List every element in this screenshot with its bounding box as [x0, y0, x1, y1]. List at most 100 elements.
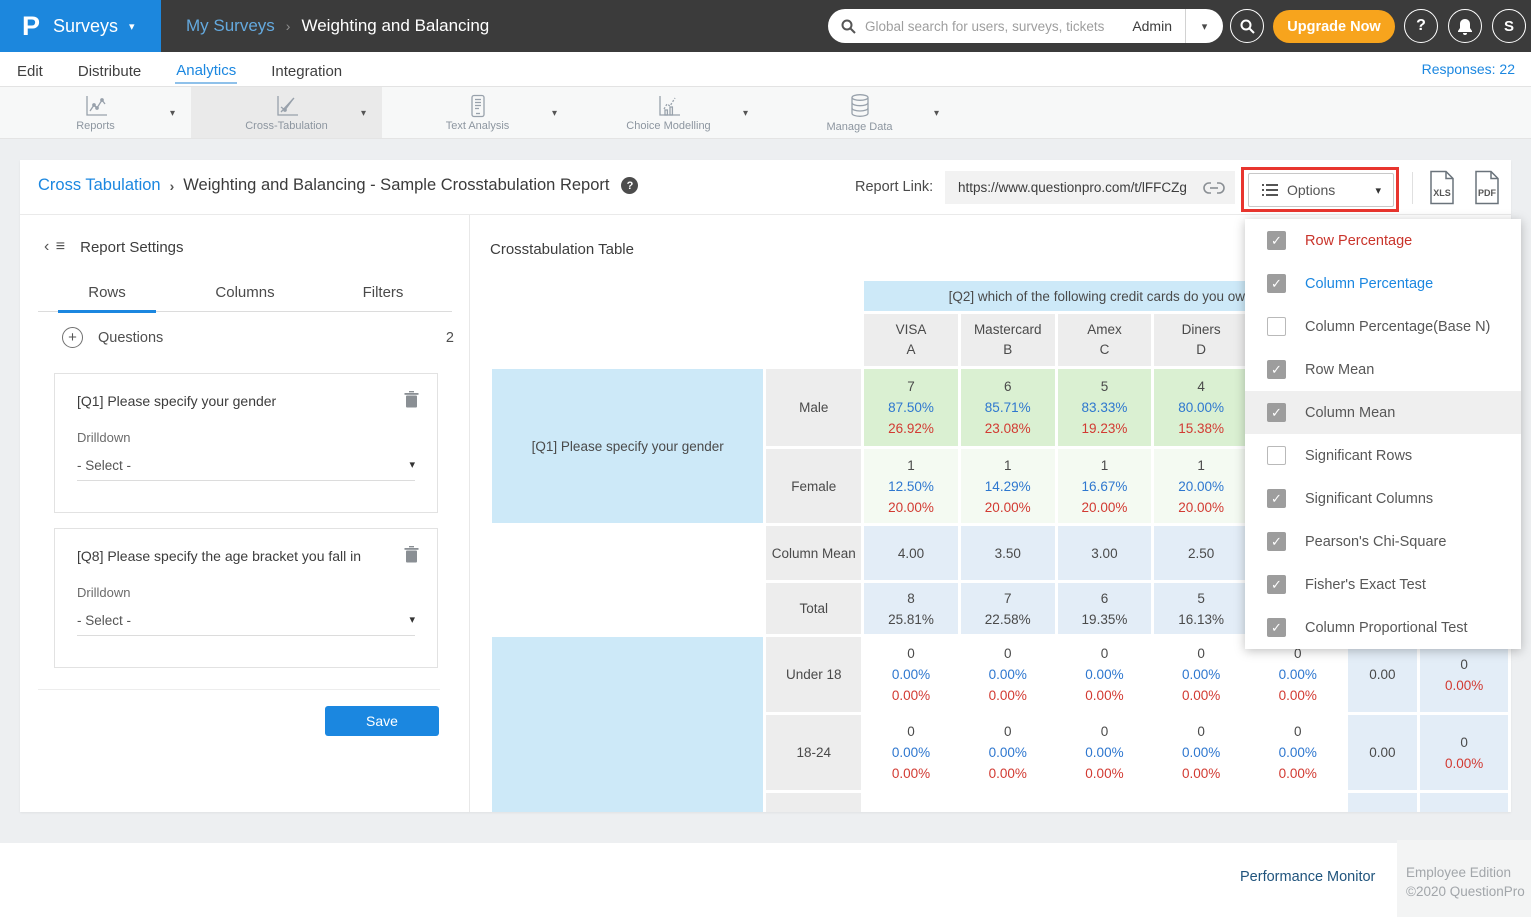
- menu-item-significant-rows[interactable]: Significant Rows: [1245, 434, 1521, 477]
- row-label: Female: [766, 449, 861, 523]
- performance-monitor-link[interactable]: Performance Monitor: [1240, 869, 1375, 885]
- save-button[interactable]: Save: [325, 706, 439, 736]
- options-dropdown-menu: ✓Row Percentage✓Column PercentageColumn …: [1245, 219, 1521, 649]
- crosstab-cell: 00.00%0.00%: [1154, 715, 1248, 790]
- toolbar-item-reports[interactable]: Reports▾: [0, 87, 191, 138]
- report-title: Weighting and Balancing - Sample Crossta…: [183, 176, 609, 195]
- column-header: VISAA: [864, 314, 958, 366]
- settings-tabs: RowsColumnsFilters: [38, 278, 452, 312]
- search-button[interactable]: [1230, 9, 1264, 43]
- link-icon[interactable]: [1203, 182, 1225, 194]
- row-question-label: [492, 637, 763, 812]
- checked-checkbox[interactable]: ✓: [1267, 489, 1286, 508]
- breadcrumb-my-surveys[interactable]: My Surveys: [186, 16, 275, 36]
- menu-item-row-percentage[interactable]: ✓Row Percentage: [1245, 219, 1521, 262]
- crosstab-cell: 00.00%0.00%: [961, 715, 1055, 790]
- toolbar-item-text-analysis[interactable]: Text Analysis ▾: [382, 87, 573, 138]
- column-mean-cell: 4.00: [864, 526, 958, 580]
- collapse-panel-icon[interactable]: ‹ ≡: [44, 238, 66, 256]
- bell-icon: [1457, 18, 1473, 35]
- options-button[interactable]: Options ▾: [1248, 173, 1394, 207]
- menu-item-pearson-s-chi-square[interactable]: ✓Pearson's Chi-Square: [1245, 520, 1521, 563]
- report-settings-panel: ‹ ≡ Report Settings RowsColumnsFilters +…: [20, 215, 470, 812]
- checked-checkbox[interactable]: ✓: [1267, 274, 1286, 293]
- checked-checkbox[interactable]: ✓: [1267, 618, 1286, 637]
- row-label: Under 18: [766, 637, 861, 712]
- toolbar-item-choice-modelling[interactable]: Choice Modelling ▾: [573, 87, 764, 138]
- chevron-down-icon[interactable]: ▾: [361, 108, 366, 119]
- checked-checkbox[interactable]: ✓: [1267, 575, 1286, 594]
- report-link-input[interactable]: [945, 180, 1203, 195]
- crosstab-title: Crosstabulation Table: [490, 241, 634, 258]
- question-card: [Q8] Please specify the age bracket you …: [54, 528, 438, 668]
- cross-tabulation-link[interactable]: Cross Tabulation: [38, 176, 161, 195]
- analytics-toolbar: Reports▾Cross-Tabulation▾Text Analysis▾C…: [0, 87, 1531, 139]
- delete-icon[interactable]: [404, 546, 419, 563]
- column-mean-cell: 3.00: [1058, 526, 1152, 580]
- questionpro-logo-icon: P: [22, 11, 40, 42]
- help-icon[interactable]: ?: [621, 177, 638, 194]
- chevron-down-icon[interactable]: ▾: [170, 108, 175, 119]
- settings-tab-rows[interactable]: Rows: [38, 278, 176, 311]
- add-question-button[interactable]: +: [62, 327, 83, 348]
- settings-tab-filters[interactable]: Filters: [314, 278, 452, 311]
- checked-checkbox[interactable]: ✓: [1267, 231, 1286, 250]
- export-xls-button[interactable]: XLS: [1428, 170, 1456, 205]
- export-pdf-button[interactable]: PDF: [1473, 170, 1501, 205]
- svg-text:PDF: PDF: [1478, 188, 1497, 198]
- chevron-down-icon[interactable]: ▾: [934, 108, 939, 119]
- chevron-down-icon[interactable]: ▾: [1186, 20, 1223, 33]
- menu-item-significant-columns[interactable]: ✓Significant Columns: [1245, 477, 1521, 520]
- toolbar-item-label: Choice Modelling: [626, 120, 710, 132]
- chevron-down-icon[interactable]: ▾: [552, 108, 557, 119]
- tab-integration[interactable]: Integration: [270, 56, 343, 83]
- search-scope-label[interactable]: Admin: [1128, 18, 1185, 34]
- menu-item-column-mean[interactable]: ✓Column Mean: [1245, 391, 1521, 434]
- toolbar-item-cross-tabulation[interactable]: Cross-Tabulation▾: [191, 87, 382, 138]
- tab-distribute[interactable]: Distribute: [77, 56, 142, 83]
- drilldown-label: Drilldown: [77, 585, 437, 600]
- tab-edit[interactable]: Edit: [16, 56, 44, 83]
- drilldown-select[interactable]: - Select -▾: [77, 613, 415, 636]
- total-cell: 619.35%: [1058, 583, 1152, 634]
- chevron-down-icon: ▾: [409, 458, 415, 473]
- help-button[interactable]: ?: [1404, 9, 1438, 43]
- notifications-button[interactable]: [1448, 9, 1482, 43]
- upgrade-now-button[interactable]: Upgrade Now: [1273, 10, 1395, 43]
- product-switcher[interactable]: P Surveys ▾: [0, 0, 161, 52]
- delete-icon[interactable]: [404, 391, 419, 408]
- menu-item-row-mean[interactable]: ✓Row Mean: [1245, 348, 1521, 391]
- checked-checkbox[interactable]: ✓: [1267, 403, 1286, 422]
- total-cell: 722.58%: [961, 583, 1055, 634]
- unchecked-checkbox[interactable]: [1267, 317, 1286, 336]
- unchecked-checkbox[interactable]: [1267, 446, 1286, 465]
- menu-item-column-percentage[interactable]: ✓Column Percentage: [1245, 262, 1521, 305]
- toolbar-item-manage-data[interactable]: Manage Data▾: [764, 87, 955, 138]
- row-label: Column Mean: [766, 526, 861, 580]
- crosstab-cell: 00.00%0.00%: [1154, 637, 1248, 712]
- breadcrumb: My Surveys › Weighting and Balancing: [186, 0, 489, 52]
- responses-count[interactable]: Responses: 22: [1422, 61, 1515, 77]
- tab-analytics[interactable]: Analytics: [175, 55, 237, 84]
- menu-item-fisher-s-exact-test[interactable]: ✓ Fisher's Exact Test: [1245, 563, 1521, 606]
- menu-item-label: Fisher's Exact Test: [1305, 577, 1426, 593]
- crosstab-cell: 00.00%0.00%: [961, 637, 1055, 712]
- checked-checkbox[interactable]: ✓: [1267, 360, 1286, 379]
- chevron-down-icon[interactable]: ▾: [743, 108, 748, 119]
- crosstab-cell: 583.33%19.23%: [1058, 369, 1152, 446]
- choice-chart-icon: [656, 94, 682, 118]
- chevron-right-icon: ›: [170, 178, 175, 194]
- row-label: Male: [766, 369, 861, 446]
- questions-row: + Questions 2: [62, 327, 454, 348]
- global-search-input[interactable]: [865, 19, 1128, 34]
- user-avatar[interactable]: S: [1492, 9, 1526, 43]
- menu-item-column-percentage-base-n[interactable]: Column Percentage(Base N): [1245, 305, 1521, 348]
- menu-item-column-proportional-test[interactable]: ✓Column Proportional Test: [1245, 606, 1521, 649]
- column-header: AmexC: [1058, 314, 1152, 366]
- settings-tab-columns[interactable]: Columns: [176, 278, 314, 311]
- product-name: Surveys: [53, 16, 118, 37]
- drilldown-select[interactable]: - Select -▾: [77, 458, 415, 481]
- checked-checkbox[interactable]: ✓: [1267, 532, 1286, 551]
- chevron-down-icon: ▾: [409, 613, 415, 628]
- toolbar-item-label: Text Analysis: [446, 120, 510, 132]
